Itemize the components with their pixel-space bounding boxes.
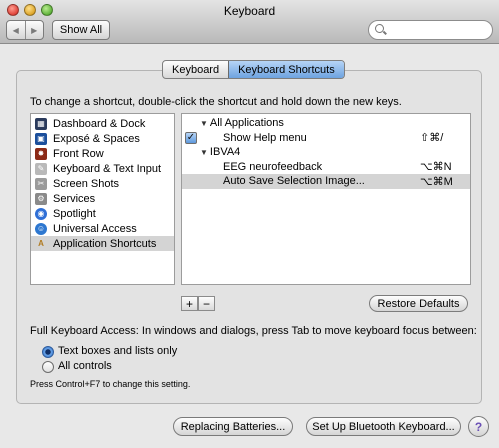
back-forward-control: ◀ ▶ [6, 20, 44, 40]
show-all-button[interactable]: Show All [52, 20, 110, 40]
window-title: Keyboard [223, 4, 276, 18]
category-label: Spotlight [53, 207, 96, 220]
full-keyboard-access-label: Full Keyboard Access: In windows and dia… [30, 325, 477, 337]
category-label: Universal Access [53, 222, 137, 235]
category-label: Exposé & Spaces [53, 132, 140, 145]
category-spotlight[interactable]: ◉ Spotlight [31, 206, 174, 221]
category-front-row[interactable]: ✸ Front Row [31, 146, 174, 161]
keyboard-access-hint: Press Control+F7 to change this setting. [30, 379, 191, 389]
help-button[interactable]: ? [468, 416, 489, 437]
category-expose-spaces[interactable]: ▣ Exposé & Spaces [31, 131, 174, 146]
shortcut-row[interactable]: ✓ Show Help menu ⇧⌘/ [182, 131, 470, 146]
search-icon [375, 24, 384, 33]
screen-shots-icon: ✂ [35, 177, 47, 190]
group-title: All Applications [209, 117, 284, 130]
text-boxes-lists-label[interactable]: Text boxes and lists only [58, 345, 177, 357]
category-services[interactable]: ⚙ Services [31, 191, 174, 206]
group-ibva4[interactable]: ▼ IBVA4 [182, 145, 470, 160]
replacing-batteries-button[interactable]: Replacing Batteries... [173, 417, 293, 436]
category-screen-shots[interactable]: ✂ Screen Shots [31, 176, 174, 191]
shortcuts-list[interactable]: ▼ All Applications ✓ Show Help menu ⇧⌘/ … [181, 113, 471, 285]
disclosure-triangle-icon[interactable]: ▼ [200, 119, 208, 128]
spotlight-icon: ◉ [35, 207, 47, 220]
category-application-shortcuts[interactable]: A Application Shortcuts [31, 236, 174, 251]
shortcut-row-selected[interactable]: Auto Save Selection Image... ⌥⌘M [182, 174, 470, 189]
category-keyboard-text-input[interactable]: ✎ Keyboard & Text Input [31, 161, 174, 176]
group-all-applications[interactable]: ▼ All Applications [182, 116, 470, 131]
tab-keyboard-shortcuts[interactable]: Keyboard Shortcuts [228, 61, 344, 78]
shortcut-keys[interactable]: ⌥⌘M [420, 175, 453, 188]
add-shortcut-button[interactable]: + [181, 296, 198, 311]
category-universal-access[interactable]: ☺ Universal Access [31, 221, 174, 236]
application-shortcuts-icon: A [38, 239, 44, 248]
instructions-text: To change a shortcut, double-click the s… [30, 96, 402, 108]
universal-access-icon: ☺ [35, 222, 47, 235]
window-toolbar: Keyboard ◀ ▶ Show All [0, 0, 499, 44]
tab-bar: Keyboard Keyboard Shortcuts [162, 60, 345, 79]
category-dashboard-dock[interactable]: ▦ Dashboard & Dock [31, 116, 174, 131]
shortcut-name: Show Help menu [223, 131, 307, 144]
remove-shortcut-button[interactable]: − [198, 296, 215, 311]
shortcut-name: EEG neurofeedback [223, 160, 323, 173]
enable-shortcut-checkbox[interactable]: ✓ [185, 131, 197, 144]
group-title: IBVA4 [209, 146, 241, 159]
services-icon: ⚙ [35, 192, 47, 205]
category-label: Screen Shots [53, 177, 120, 190]
setup-bluetooth-keyboard-button[interactable]: Set Up Bluetooth Keyboard... [306, 417, 461, 436]
front-row-icon: ✸ [35, 147, 47, 160]
shortcut-keys[interactable]: ⌥⌘N [420, 160, 452, 173]
all-controls-radio[interactable] [42, 361, 54, 373]
all-controls-label[interactable]: All controls [58, 360, 112, 372]
keyboard-text-input-icon: ✎ [35, 162, 47, 175]
category-label: Keyboard & Text Input [53, 162, 162, 175]
back-arrow-icon[interactable]: ◀ [7, 21, 25, 39]
category-list[interactable]: ▦ Dashboard & Dock ▣ Exposé & Spaces ✸ F… [30, 113, 175, 285]
restore-defaults-button[interactable]: Restore Defaults [369, 295, 468, 312]
category-label: Dashboard & Dock [53, 117, 146, 130]
shortcut-row[interactable]: EEG neurofeedback ⌥⌘N [182, 160, 470, 175]
disclosure-triangle-icon[interactable]: ▼ [200, 148, 208, 157]
shortcut-keys[interactable]: ⇧⌘/ [420, 131, 443, 144]
category-label: Front Row [53, 147, 104, 160]
dashboard-dock-icon: ▦ [35, 117, 47, 130]
forward-arrow-icon[interactable]: ▶ [24, 21, 44, 39]
category-label: Services [53, 192, 96, 205]
category-label: Application Shortcuts [53, 237, 157, 250]
shortcut-name: Auto Save Selection Image... [223, 175, 365, 188]
search-field[interactable] [368, 20, 493, 40]
tab-keyboard[interactable]: Keyboard [163, 61, 228, 78]
expose-spaces-icon: ▣ [35, 132, 47, 145]
text-boxes-lists-radio[interactable] [42, 346, 54, 358]
